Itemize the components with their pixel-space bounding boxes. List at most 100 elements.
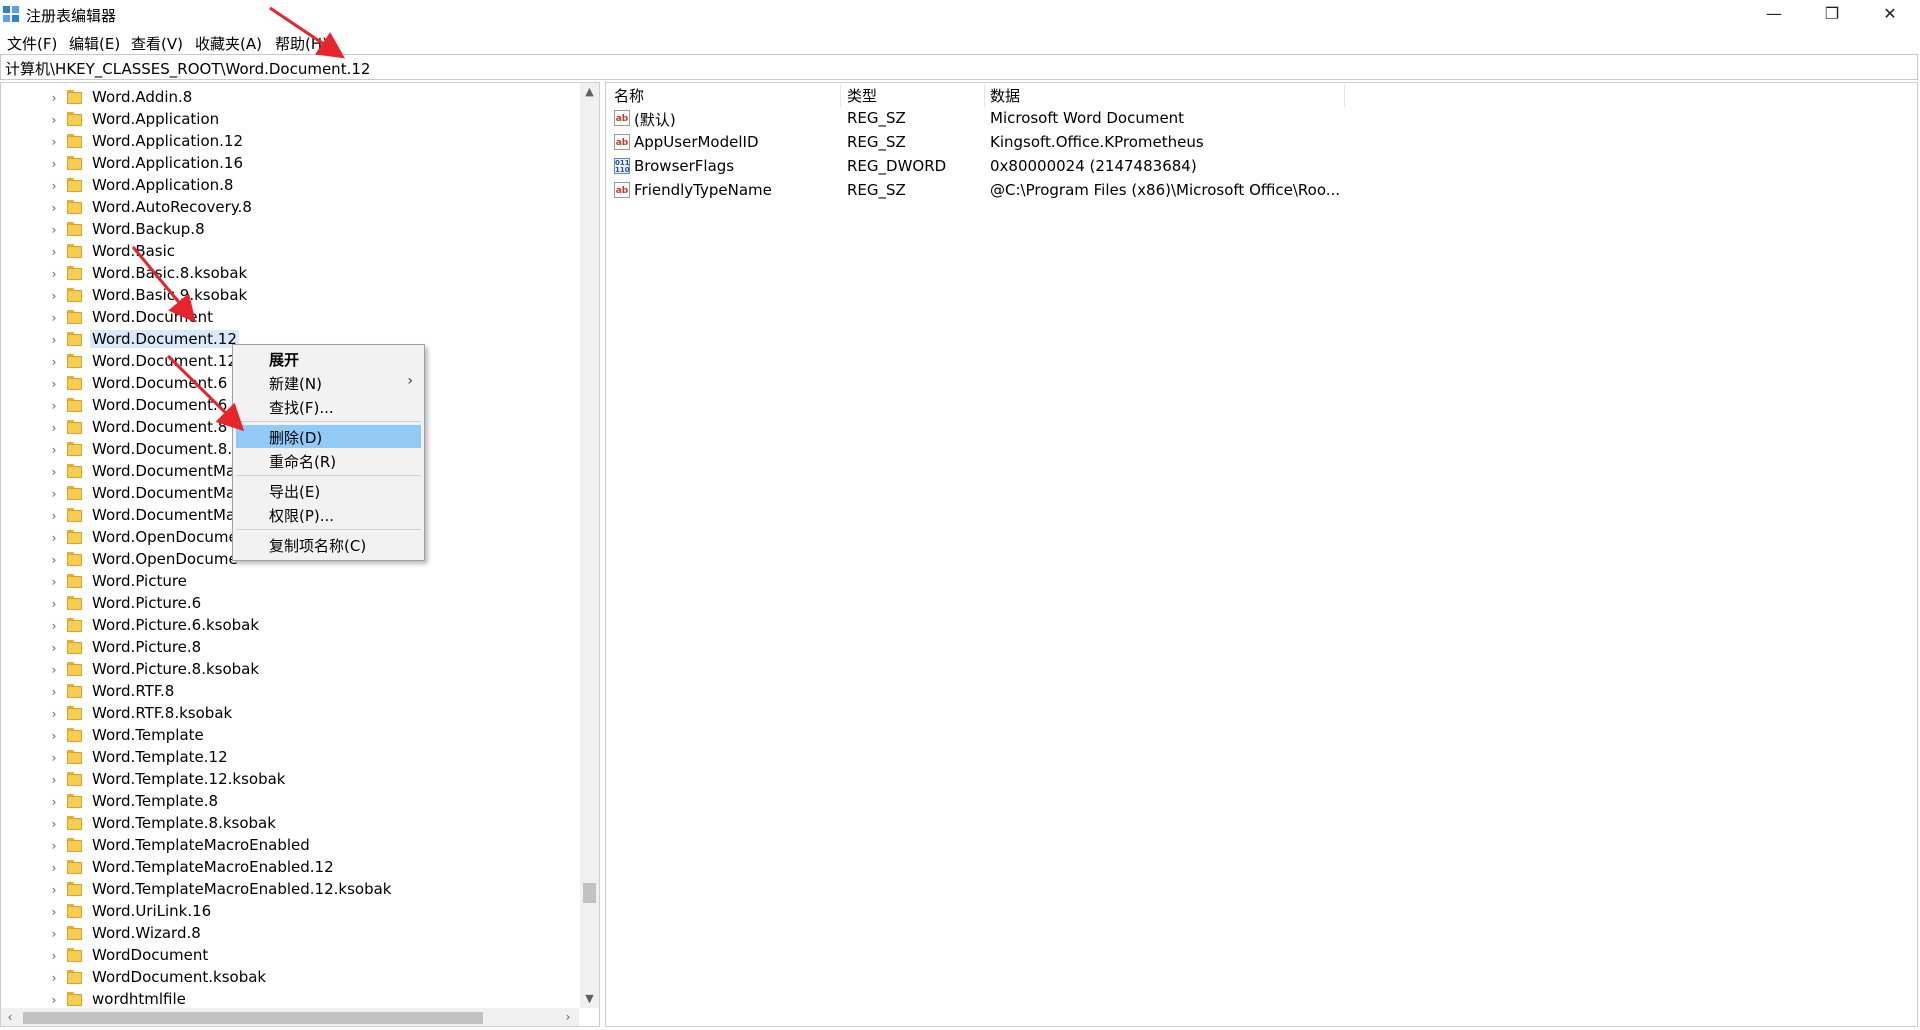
chevron-right-icon[interactable]: ›: [48, 945, 60, 967]
tree-item[interactable]: › Word.TemplateMacroEnabled.12: [1, 857, 579, 879]
tree-item[interactable]: › Word.Backup.8: [1, 219, 579, 241]
tree-item[interactable]: › Word.Basic.9.ksobak: [1, 285, 579, 307]
chevron-right-icon[interactable]: ›: [48, 153, 60, 175]
column-header-name[interactable]: 名称: [614, 85, 644, 107]
tree-item[interactable]: › Word.Picture.6.ksobak: [1, 615, 579, 637]
chevron-right-icon[interactable]: ›: [48, 659, 60, 681]
scroll-thumb[interactable]: [583, 883, 596, 903]
chevron-right-icon[interactable]: ›: [48, 857, 60, 879]
menu-file[interactable]: 文件(F): [7, 33, 57, 54]
scroll-thumb-horizontal[interactable]: [23, 1012, 483, 1024]
chevron-right-icon[interactable]: ›: [48, 351, 60, 373]
context-menu-export[interactable]: 导出(E): [236, 479, 421, 502]
tree-item[interactable]: › Word.Addin.8: [1, 87, 579, 109]
tree-item[interactable]: › Word.Picture.8.ksobak: [1, 659, 579, 681]
chevron-right-icon[interactable]: ›: [48, 175, 60, 197]
chevron-right-icon[interactable]: ›: [48, 329, 60, 351]
tree-item[interactable]: › Word.AutoRecovery.8: [1, 197, 579, 219]
context-menu-expand[interactable]: 展开: [236, 347, 421, 370]
tree-item[interactable]: › Word.Basic.8.ksobak: [1, 263, 579, 285]
chevron-right-icon[interactable]: ›: [48, 219, 60, 241]
value-row[interactable]: ab (默认) REG_SZ Microsoft Word Document: [606, 107, 1906, 131]
tree-horizontal-scrollbar[interactable]: ‹ ›: [1, 1008, 579, 1026]
chevron-right-icon[interactable]: ›: [48, 725, 60, 747]
minimize-button[interactable]: —: [1745, 0, 1803, 28]
column-separator[interactable]: [984, 85, 985, 107]
chevron-right-icon[interactable]: ›: [48, 681, 60, 703]
chevron-right-icon[interactable]: ›: [48, 571, 60, 593]
tree-item[interactable]: › Word.RTF.8: [1, 681, 579, 703]
tree-item[interactable]: › WordDocument: [1, 945, 579, 967]
tree-item[interactable]: › Word.Template.8: [1, 791, 579, 813]
chevron-right-icon[interactable]: ›: [48, 703, 60, 725]
chevron-right-icon[interactable]: ›: [48, 527, 60, 549]
chevron-right-icon[interactable]: ›: [48, 505, 60, 527]
tree-item[interactable]: › Word.Application.16: [1, 153, 579, 175]
scroll-right-icon[interactable]: ›: [559, 1008, 577, 1026]
chevron-right-icon[interactable]: ›: [48, 87, 60, 109]
column-header-data[interactable]: 数据: [990, 85, 1020, 107]
tree-item[interactable]: › Word.TemplateMacroEnabled: [1, 835, 579, 857]
column-separator[interactable]: [1344, 85, 1345, 107]
scroll-left-icon[interactable]: ‹: [1, 1008, 19, 1026]
menu-favorites[interactable]: 收藏夹(A): [195, 33, 262, 54]
chevron-right-icon[interactable]: ›: [48, 835, 60, 857]
chevron-right-icon[interactable]: ›: [48, 967, 60, 989]
column-separator[interactable]: [840, 85, 841, 107]
context-menu-new[interactable]: 新建(N) ›: [236, 371, 421, 394]
chevron-right-icon[interactable]: ›: [48, 373, 60, 395]
menu-edit[interactable]: 编辑(E): [69, 33, 120, 54]
tree-item[interactable]: › Word.Document: [1, 307, 579, 329]
maximize-button[interactable]: ❐: [1803, 0, 1861, 28]
tree-vertical-scrollbar[interactable]: ▲ ▼: [580, 83, 599, 1008]
chevron-right-icon[interactable]: ›: [48, 483, 60, 505]
tree-item[interactable]: › Word.UriLink.16: [1, 901, 579, 923]
tree-item[interactable]: › Word.Application: [1, 109, 579, 131]
scroll-up-icon[interactable]: ▲: [580, 83, 599, 101]
chevron-right-icon[interactable]: ›: [48, 263, 60, 285]
value-row[interactable]: 011 110 BrowserFlags REG_DWORD 0x8000002…: [606, 155, 1906, 179]
chevron-right-icon[interactable]: ›: [48, 747, 60, 769]
chevron-right-icon[interactable]: ›: [48, 791, 60, 813]
chevron-right-icon[interactable]: ›: [48, 131, 60, 153]
chevron-right-icon[interactable]: ›: [48, 307, 60, 329]
context-menu-delete[interactable]: 删除(D): [236, 425, 421, 448]
chevron-right-icon[interactable]: ›: [48, 285, 60, 307]
menu-help[interactable]: 帮助(H): [275, 33, 328, 54]
tree-item[interactable]: › Word.Picture.8: [1, 637, 579, 659]
context-menu-permissions[interactable]: 权限(P)...: [236, 503, 421, 526]
context-menu-rename[interactable]: 重命名(R): [236, 449, 421, 472]
context-menu-copy-key-name[interactable]: 复制项名称(C): [236, 533, 421, 556]
value-row[interactable]: ab FriendlyTypeName REG_SZ @C:\Program F…: [606, 179, 1906, 203]
context-menu-find[interactable]: 查找(F)...: [236, 395, 421, 418]
chevron-right-icon[interactable]: ›: [48, 241, 60, 263]
chevron-right-icon[interactable]: ›: [48, 461, 60, 483]
tree-item[interactable]: › Word.Template: [1, 725, 579, 747]
column-header-type[interactable]: 类型: [847, 85, 877, 107]
tree-item[interactable]: › Word.Template.8.ksobak: [1, 813, 579, 835]
tree-item[interactable]: › Word.Basic: [1, 241, 579, 263]
tree-item[interactable]: › Word.Template.12: [1, 747, 579, 769]
scroll-down-icon[interactable]: ▼: [580, 990, 599, 1008]
tree-item[interactable]: › Word.Wizard.8: [1, 923, 579, 945]
chevron-right-icon[interactable]: ›: [48, 769, 60, 791]
chevron-right-icon[interactable]: ›: [48, 923, 60, 945]
tree-item[interactable]: › Word.TemplateMacroEnabled.12.ksobak: [1, 879, 579, 901]
chevron-right-icon[interactable]: ›: [48, 417, 60, 439]
chevron-right-icon[interactable]: ›: [48, 615, 60, 637]
chevron-right-icon[interactable]: ›: [48, 989, 60, 1008]
tree-item[interactable]: › Word.Application.12: [1, 131, 579, 153]
chevron-right-icon[interactable]: ›: [48, 395, 60, 417]
chevron-right-icon[interactable]: ›: [48, 197, 60, 219]
chevron-right-icon[interactable]: ›: [48, 901, 60, 923]
chevron-right-icon[interactable]: ›: [48, 109, 60, 131]
tree-item[interactable]: › wordhtmlfile: [1, 989, 579, 1008]
chevron-right-icon[interactable]: ›: [48, 439, 60, 461]
chevron-right-icon[interactable]: ›: [48, 593, 60, 615]
tree-item[interactable]: › Word.Picture.6: [1, 593, 579, 615]
tree-item[interactable]: › Word.Application.8: [1, 175, 579, 197]
address-path[interactable]: 计算机\HKEY_CLASSES_ROOT\Word.Document.12: [5, 58, 370, 79]
chevron-right-icon[interactable]: ›: [48, 879, 60, 901]
tree-item[interactable]: › Word.Template.12.ksobak: [1, 769, 579, 791]
address-bar[interactable]: 计算机\HKEY_CLASSES_ROOT\Word.Document.12: [0, 54, 1918, 80]
